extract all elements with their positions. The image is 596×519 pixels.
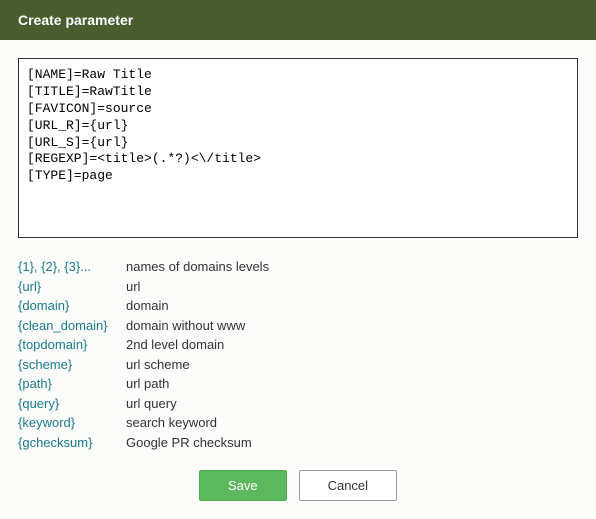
help-desc: domain <box>126 296 169 316</box>
help-row: {gchecksum} Google PR checksum <box>18 433 578 453</box>
help-row: {clean_domain} domain without www <box>18 316 578 336</box>
help-token: {query} <box>18 394 126 414</box>
help-token: {1}, {2}, {3}... <box>18 257 126 277</box>
help-desc: 2nd level domain <box>126 335 224 355</box>
help-token: {path} <box>18 374 126 394</box>
dialog-header: Create parameter <box>0 0 596 40</box>
help-token: {keyword} <box>18 413 126 433</box>
help-desc: url query <box>126 394 177 414</box>
help-token: {url} <box>18 277 126 297</box>
dialog-buttons: Save Cancel <box>18 470 578 501</box>
help-desc: names of domains levels <box>126 257 269 277</box>
help-desc: url scheme <box>126 355 190 375</box>
help-row: {url} url <box>18 277 578 297</box>
help-token: {domain} <box>18 296 126 316</box>
help-desc: Google PR checksum <box>126 433 252 453</box>
help-token: {topdomain} <box>18 335 126 355</box>
help-token: {gchecksum} <box>18 433 126 453</box>
help-row: {keyword} search keyword <box>18 413 578 433</box>
help-token: {scheme} <box>18 355 126 375</box>
help-row: {query} url query <box>18 394 578 414</box>
help-token: {clean_domain} <box>18 316 126 336</box>
help-desc: search keyword <box>126 413 217 433</box>
help-row: {path} url path <box>18 374 578 394</box>
help-row: {scheme} url scheme <box>18 355 578 375</box>
help-desc: url path <box>126 374 169 394</box>
dialog-title: Create parameter <box>18 12 133 28</box>
parameter-textarea[interactable] <box>18 58 578 238</box>
dialog-content: {1}, {2}, {3}... names of domains levels… <box>0 40 596 519</box>
help-row: {topdomain} 2nd level domain <box>18 335 578 355</box>
save-button[interactable]: Save <box>199 470 287 501</box>
token-help-table: {1}, {2}, {3}... names of domains levels… <box>18 257 578 452</box>
help-row: {domain} domain <box>18 296 578 316</box>
cancel-button[interactable]: Cancel <box>299 470 397 501</box>
help-row: {1}, {2}, {3}... names of domains levels <box>18 257 578 277</box>
help-desc: domain without www <box>126 316 245 336</box>
help-desc: url <box>126 277 140 297</box>
